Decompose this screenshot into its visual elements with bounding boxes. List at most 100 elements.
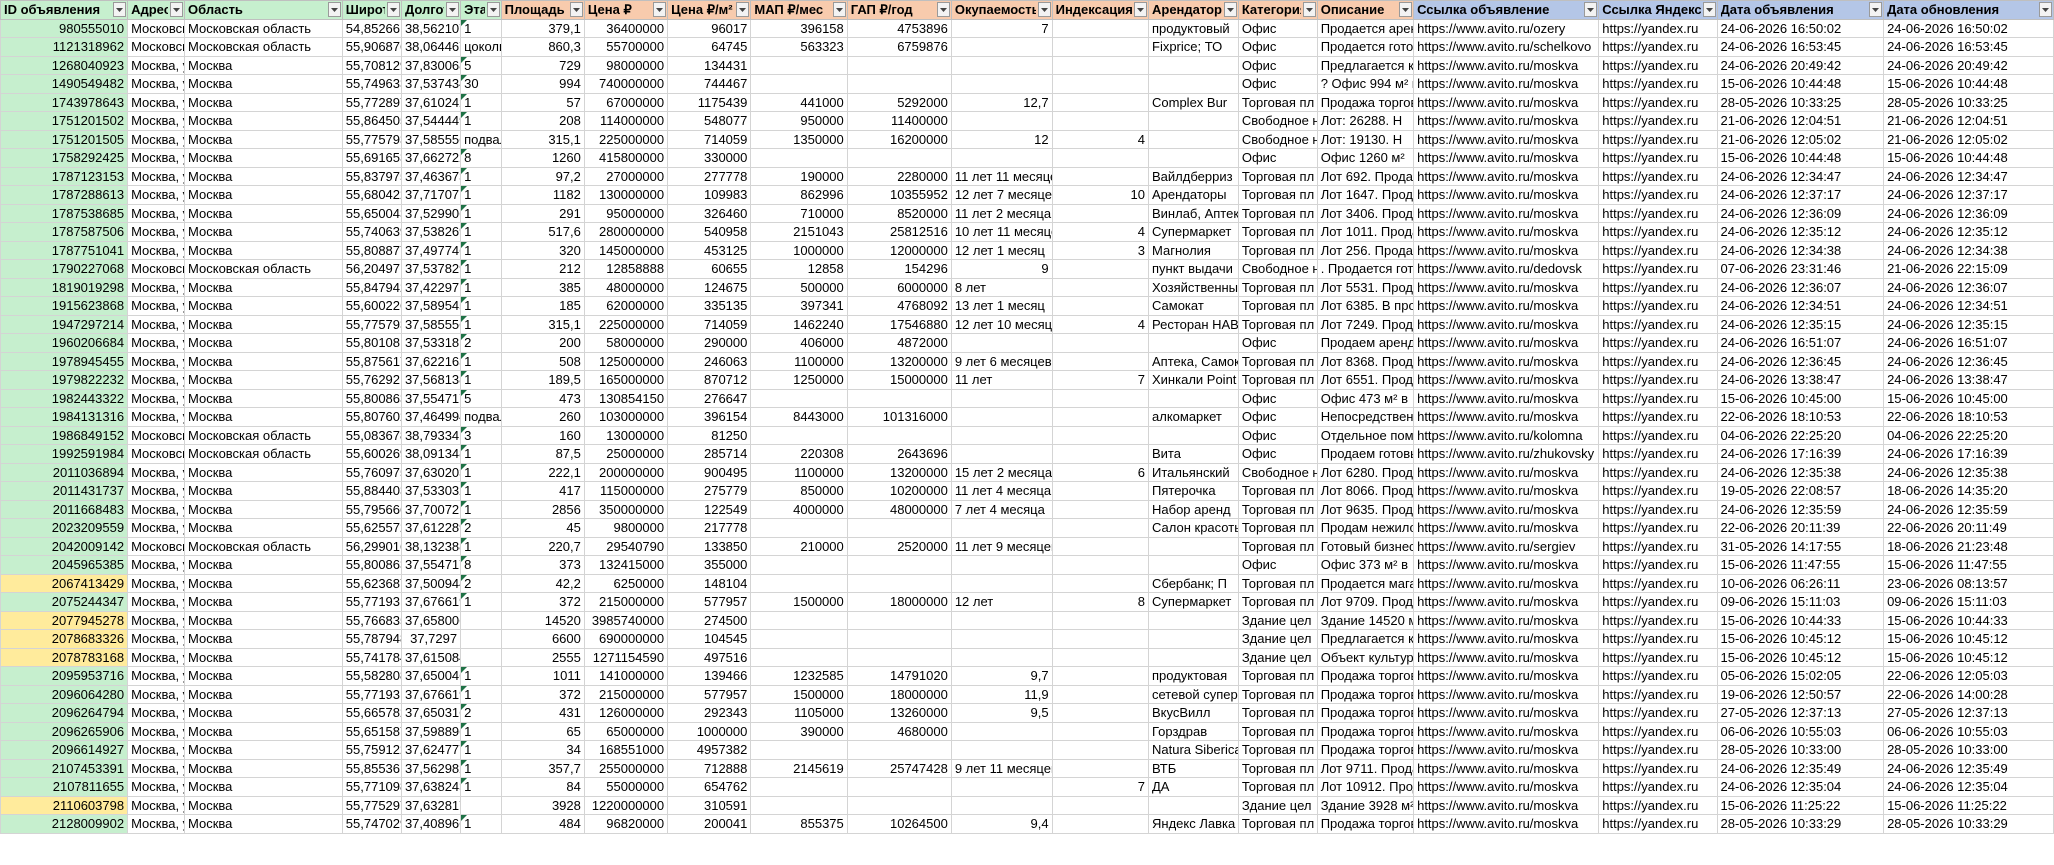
cell-annual-rent[interactable]: 154296 xyxy=(846,259,952,279)
cell-area-m2[interactable]: 260 xyxy=(500,407,585,427)
cell-price-per-m2[interactable]: 277778 xyxy=(667,166,752,186)
cell-indexation[interactable] xyxy=(1051,259,1150,279)
cell-tenant[interactable] xyxy=(1148,425,1239,445)
cell-address[interactable]: Москва, ул xyxy=(127,74,186,94)
cell-listing-id[interactable]: 1751201502 xyxy=(0,111,129,131)
cell-price[interactable]: 96820000 xyxy=(583,814,669,834)
cell-price-per-m2[interactable]: 217778 xyxy=(667,518,752,538)
cell-description[interactable]: Лот 6551. Продажа xyxy=(1316,370,1415,390)
cell-latitude[interactable]: 55,808877 xyxy=(341,240,402,260)
cell-address[interactable]: Москва, ул xyxy=(127,573,186,593)
cell-yandex-link[interactable]: https://yandex.ru xyxy=(1598,425,1718,445)
cell-price-per-m2[interactable]: 900495 xyxy=(667,462,752,482)
cell-price[interactable]: 225000000 xyxy=(583,129,669,149)
cell-payback[interactable] xyxy=(950,55,1053,75)
cell-address[interactable]: Москва, ул xyxy=(127,721,186,741)
cell-annual-rent[interactable]: 8520000 xyxy=(846,203,952,223)
cell-price[interactable]: 130000000 xyxy=(583,185,669,205)
cell-latitude[interactable]: 55,875617 xyxy=(341,351,402,371)
cell-longitude[interactable]: 37,463673 xyxy=(400,166,462,186)
cell-annual-rent[interactable]: 6000000 xyxy=(846,277,952,297)
cell-description[interactable]: Здание 3928 м² xyxy=(1316,795,1415,815)
cell-region[interactable]: Москва xyxy=(184,185,343,205)
cell-yandex-link[interactable]: https://yandex.ru xyxy=(1598,795,1718,815)
cell-payback[interactable]: 8 лет xyxy=(950,277,1053,297)
cell-longitude[interactable]: 38,064467 xyxy=(400,37,462,57)
cell-longitude[interactable]: 37,554717 xyxy=(400,388,462,408)
cell-price[interactable]: 29540790 xyxy=(583,536,669,556)
cell-payback[interactable] xyxy=(950,777,1053,797)
cell-description[interactable]: . Продается готовый xyxy=(1316,259,1415,279)
cell-annual-rent[interactable]: 12000000 xyxy=(846,240,952,260)
cell-region[interactable]: Москва xyxy=(184,55,343,75)
cell-listing-id[interactable]: 1986849152 xyxy=(0,425,129,445)
cell-update-date[interactable]: 22-06-2026 20:11:49 xyxy=(1883,518,2054,538)
cell-yandex-link[interactable]: https://yandex.ru xyxy=(1598,92,1718,112)
cell-area-m2[interactable]: 97,2 xyxy=(500,166,585,186)
cell-floor[interactable]: 1 xyxy=(460,277,502,297)
cell-price[interactable]: 132415000 xyxy=(583,555,669,575)
cell-yandex-link[interactable]: https://yandex.ru xyxy=(1598,166,1718,186)
cell-listing-date[interactable]: 24-06-2026 16:51:07 xyxy=(1716,333,1885,353)
cell-annual-rent[interactable]: 4768092 xyxy=(846,296,952,316)
cell-price-per-m2[interactable]: 276647 xyxy=(667,388,752,408)
cell-update-date[interactable]: 24-06-2026 16:53:45 xyxy=(1883,37,2054,57)
cell-annual-rent[interactable] xyxy=(846,573,952,593)
filter-dropdown-icon[interactable] xyxy=(386,2,400,17)
cell-yandex-link[interactable]: https://yandex.ru xyxy=(1598,481,1718,501)
cell-address[interactable]: Московская xyxy=(127,536,186,556)
column-header-description[interactable]: Описание xyxy=(1316,0,1415,20)
cell-update-date[interactable]: 24-06-2026 12:35:12 xyxy=(1883,222,2054,242)
cell-update-date[interactable]: 24-06-2026 12:36:07 xyxy=(1883,277,2054,297)
cell-annual-rent[interactable]: 4680000 xyxy=(846,721,952,741)
cell-annual-rent[interactable]: 11400000 xyxy=(846,111,952,131)
cell-monthly-rent[interactable] xyxy=(750,55,848,75)
cell-yandex-link[interactable]: https://yandex.ru xyxy=(1598,148,1718,168)
cell-address[interactable]: Москва, ул xyxy=(127,370,186,390)
cell-region[interactable]: Москва xyxy=(184,758,343,778)
cell-update-date[interactable]: 15-06-2026 11:25:22 xyxy=(1883,795,2054,815)
cell-avito-link[interactable]: https://www.avito.ru/moskva xyxy=(1413,610,1600,630)
cell-area-m2[interactable]: 57 xyxy=(500,92,585,112)
cell-longitude[interactable]: 37,537829 xyxy=(400,259,462,279)
cell-longitude[interactable]: 37,598896 xyxy=(400,721,462,741)
cell-area-m2[interactable]: 208 xyxy=(500,111,585,131)
cell-avito-link[interactable]: https://www.avito.ru/moskva xyxy=(1413,462,1600,482)
cell-monthly-rent[interactable]: 850000 xyxy=(750,481,848,501)
cell-area-m2[interactable]: 431 xyxy=(500,703,585,723)
cell-annual-rent[interactable]: 10355952 xyxy=(846,185,952,205)
cell-region[interactable]: Москва xyxy=(184,666,343,686)
column-header-monthly-rent[interactable]: МАП ₽/мес xyxy=(750,0,848,20)
cell-indexation[interactable] xyxy=(1051,166,1150,186)
cell-area-m2[interactable]: 34 xyxy=(500,740,585,760)
cell-listing-id[interactable]: 1268040923 xyxy=(0,55,129,75)
cell-floor[interactable] xyxy=(460,795,502,815)
cell-floor[interactable]: 2 xyxy=(460,703,502,723)
cell-monthly-rent[interactable]: 8443000 xyxy=(750,407,848,427)
cell-longitude[interactable]: 37,650316 xyxy=(400,703,462,723)
cell-listing-date[interactable]: 24-06-2026 12:36:09 xyxy=(1716,203,1885,223)
cell-price[interactable]: 12858888 xyxy=(583,259,669,279)
cell-price[interactable]: 55700000 xyxy=(583,37,669,57)
cell-category[interactable]: Офис xyxy=(1237,388,1318,408)
cell-monthly-rent[interactable] xyxy=(750,777,848,797)
cell-update-date[interactable]: 15-06-2026 10:44:48 xyxy=(1883,148,2054,168)
cell-floor[interactable]: 1 xyxy=(460,740,502,760)
cell-tenant[interactable] xyxy=(1148,333,1239,353)
cell-area-m2[interactable]: 220,7 xyxy=(500,536,585,556)
cell-category[interactable]: Офис xyxy=(1237,74,1318,94)
cell-price-per-m2[interactable]: 326460 xyxy=(667,203,752,223)
cell-yandex-link[interactable]: https://yandex.ru xyxy=(1598,18,1718,38)
cell-annual-rent[interactable]: 25747428 xyxy=(846,758,952,778)
cell-area-m2[interactable]: 2555 xyxy=(500,647,585,667)
cell-price[interactable]: 27000000 xyxy=(583,166,669,186)
cell-avito-link[interactable]: https://www.avito.ru/zhukovsky xyxy=(1413,444,1600,464)
cell-area-m2[interactable]: 1182 xyxy=(500,185,585,205)
cell-description[interactable]: Лот 9709. Продажа xyxy=(1316,592,1415,612)
cell-tenant[interactable]: Салон красоты xyxy=(1148,518,1239,538)
cell-avito-link[interactable]: https://www.avito.ru/moskva xyxy=(1413,407,1600,427)
cell-latitude[interactable]: 55,795666 xyxy=(341,499,402,519)
cell-indexation[interactable] xyxy=(1051,721,1150,741)
cell-listing-date[interactable]: 24-06-2026 12:35:04 xyxy=(1716,777,1885,797)
cell-longitude[interactable]: 37,650046 xyxy=(400,666,462,686)
